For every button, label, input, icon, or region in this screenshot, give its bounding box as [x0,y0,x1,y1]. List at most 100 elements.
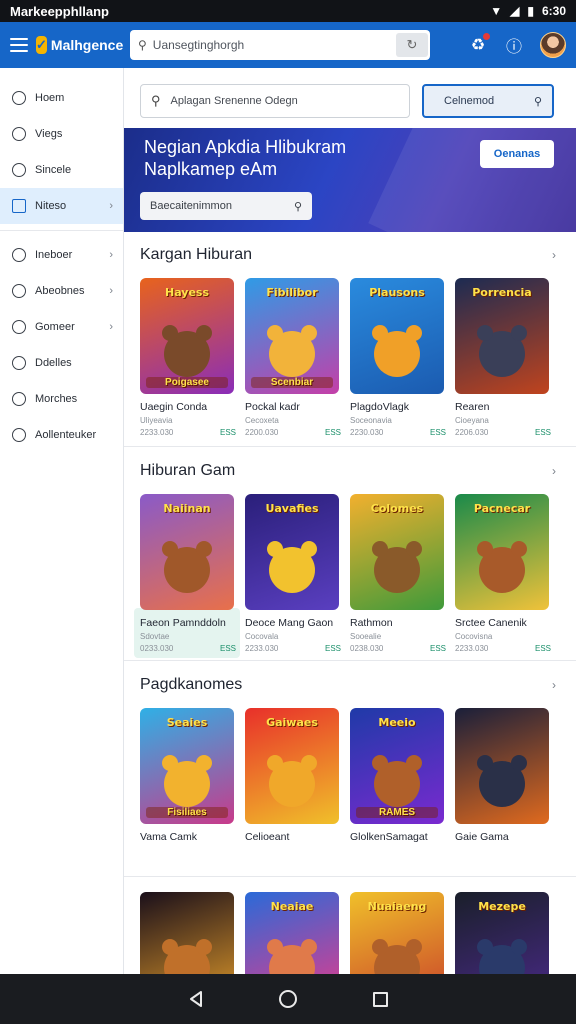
back-icon[interactable] [185,988,207,1010]
game-card[interactable]: Seaies Fisiliaes Vama Camk [140,708,236,843]
mascot-illustration [162,325,212,378]
section-header[interactable]: Kargan Hiburan › [140,244,560,266]
game-card[interactable]: FNKICH [140,892,236,974]
section-header[interactable]: Pagdkanomes › [140,674,560,696]
card-tag: ESS [534,644,551,653]
game-card[interactable]: Pacnecar Srctee Canenik Cocovisna 2233.030 E… [455,494,551,653]
game-thumbnail[interactable]: Colomes [350,494,444,610]
play-circle-icon [12,248,26,262]
card-size: 2233.030 [245,644,279,653]
banner-search-input[interactable]: Baecaitenimmon ⚲ [140,192,312,220]
sidebar-item-single[interactable]: Sincele [0,152,123,188]
game-thumbnail[interactable]: Seaies Fisiliaes [140,708,234,824]
card-meta: Uliyeavia [140,416,236,425]
card-size: 2233.030 [140,428,174,437]
game-card[interactable]: Gaie Gama [455,708,551,843]
main-search-input[interactable]: ⚲ Aplagan Srenenne Odegn [140,84,410,118]
game-thumbnail[interactable]: Pacnecar [455,494,549,610]
game-thumbnail[interactable]: Gaiwaes [245,708,339,824]
chevron-right-icon[interactable]: › [552,464,556,478]
home-icon[interactable] [277,988,299,1010]
search-icon: ⚲ [138,38,147,52]
sidebar-item-info[interactable]: Aollenteuker [0,417,123,453]
mascot-illustration [162,755,212,808]
section-divider [124,876,576,877]
game-thumbnail[interactable]: Fibilibor Scenbiar [245,278,339,394]
sidebar-item-views[interactable]: Viegs [0,116,123,152]
sidebar-item-indoor[interactable]: Ineboer › [0,237,123,273]
game-card[interactable]: Meeio RAMES GlolkenSamagat [350,708,446,843]
card-meta: Cioeyana [455,416,551,425]
main-content: ⚲ Aplagan Srenenne Odegn Celnemod ⚲ Negi… [124,68,576,974]
app-logo[interactable]: ✓ Malhgence [36,36,123,54]
thumbnail-title: Plausons [369,286,425,299]
card-title: Faeon Pamnddoln [140,617,226,629]
refresh-icon[interactable]: ↻ [396,33,428,57]
chevron-right-icon[interactable]: › [552,678,556,692]
sidebar-item-morches[interactable]: Morches [0,381,123,417]
card-meta: Sooealie [350,632,446,641]
thumbnail-title: Naiinan [163,502,211,515]
game-thumbnail[interactable]: Meeio RAMES [350,708,444,824]
thumbnail-subtitle: Fisiliaes [146,807,228,818]
sidebar-item-label: Hoem [35,92,65,104]
mascot-illustration [372,755,422,808]
banner-button[interactable]: Oenanas [480,140,554,168]
game-card[interactable]: Uavafies Deoce Mang Gaon Cocovala 2233.030 E… [245,494,341,653]
card-tag: ESS [219,428,236,437]
card-meta-row: 0233.030 ESS [140,644,236,653]
game-card[interactable]: Colomes Rathmon Sooealie 0238.030 ESS [350,494,446,653]
game-thumbnail[interactable]: Neaiae [245,892,339,974]
game-card[interactable]: Plausons PlagdoVlagk Soceonavia 2230.030 ESS [350,278,446,437]
game-thumbnail[interactable]: Naiinan [140,494,234,610]
help-icon[interactable]: ⓘ [504,35,524,56]
menu-icon[interactable] [10,38,28,52]
sidebar-item-ddelles[interactable]: Ddelles [0,345,123,381]
section-title: Pagdkanomes [140,676,243,693]
game-thumbnail[interactable]: Hayess Poigasee [140,278,234,394]
mascot-illustration [477,939,527,974]
sidebar-item-gomeer[interactable]: Gomeer › [0,309,123,345]
chevron-right-icon[interactable]: › [552,248,556,262]
game-card[interactable]: Nuaiaeng [350,892,446,974]
category-button[interactable]: Celnemod ⚲ [422,84,554,118]
game-card[interactable]: Fibilibor Scenbiar Pockal kadr Cecoxeta 2200… [245,278,341,437]
sidebar-item-label: Ddelles [35,357,72,369]
card-tag: ESS [429,644,446,653]
game-thumbnail[interactable]: Mezepe [455,892,549,974]
card-title: Vama Camk [140,831,197,843]
game-card[interactable]: Gaiwaes Celioeant [245,708,341,843]
recents-icon[interactable] [369,988,391,1010]
thumbnail-subtitle: Scenbiar [251,377,333,388]
card-title: Srctee Canenik [455,617,527,629]
card-title: Uaegin Conda [140,401,208,413]
game-card[interactable]: Hayess Poigasee Uaegin Conda Uliyeavia 2233.… [140,278,236,437]
sidebar-item-news[interactable]: Niteso › [0,188,123,224]
card-meta: Cecoxeta [245,416,341,425]
section-header[interactable]: Hiburan Gam › [140,460,560,482]
promo-banner[interactable]: Negian Apkdia Hlibukram Naplkamep eAm Oe… [124,128,576,232]
app-bar: ✓ Malhgence ⚲ Uansegtinghorgh ↻ ♻ ⓘ [0,22,576,68]
game-thumbnail[interactable]: FNKICH [140,892,234,974]
card-title: Celioeant [245,831,290,843]
avatar[interactable] [540,32,566,58]
game-card[interactable]: Porrencia Rearen Cioeyana 2206.030 ESS [455,278,551,437]
top-search-input[interactable]: ⚲ Uansegtinghorgh ↻ [130,30,430,60]
card-developer: Sdovtae [140,632,170,641]
puzzle-icon[interactable]: ♻ [468,33,490,55]
game-thumbnail[interactable]: Uavafies [245,494,339,610]
game-card[interactable]: Neaiae [245,892,341,974]
card-tag: ESS [219,644,236,653]
game-thumbnail[interactable] [455,708,549,824]
sidebar-item-about[interactable]: Abeobnes › [0,273,123,309]
game-card[interactable]: Mezepe [455,892,551,974]
card-developer: Soceonavia [350,416,392,425]
card-meta-row: 2200.030 ESS [245,428,341,437]
game-card[interactable]: Naiinan Faeon Pamnddoln Sdovtae 0233.030 ESS [134,494,240,658]
game-thumbnail[interactable]: Nuaiaeng [350,892,444,974]
sidebar-item-home[interactable]: Hoem [0,80,123,116]
card-size: 2200.030 [245,428,279,437]
game-thumbnail[interactable]: Plausons [350,278,444,394]
game-thumbnail[interactable]: Porrencia [455,278,549,394]
card-tag: ESS [534,428,551,437]
